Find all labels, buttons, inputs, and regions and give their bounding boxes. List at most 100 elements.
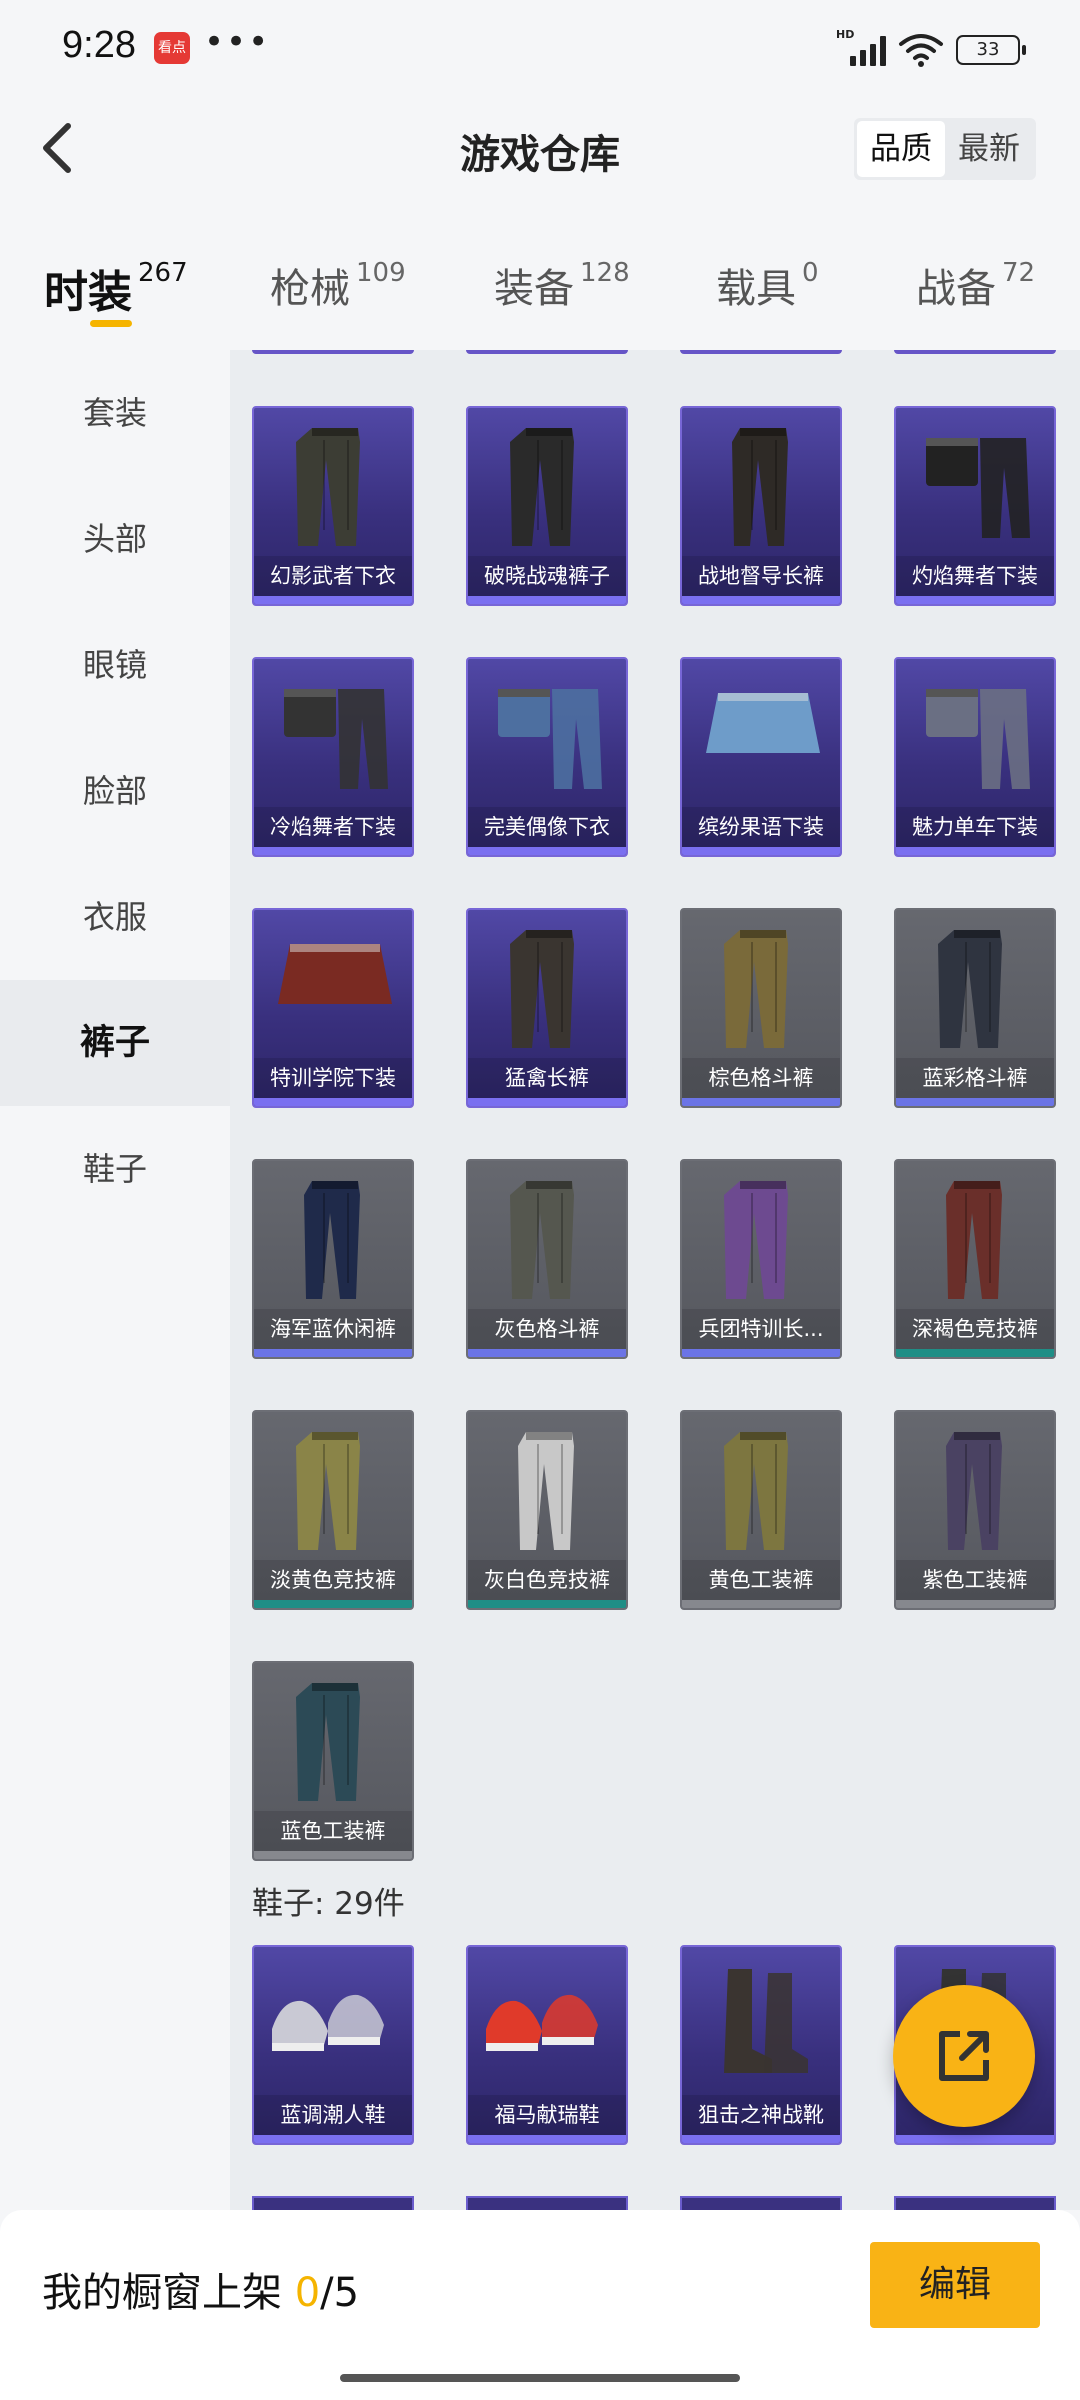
item-card[interactable]: 深褐色竞技裤 [894,1159,1056,1359]
item-card[interactable]: 淡黄色竞技裤 [252,1410,414,1610]
sort-by-newest-button[interactable]: 最新 [945,121,1033,177]
sidebar: 套装 头部 眼镜 脸部 衣服 裤子 鞋子 [0,350,230,2210]
battery-icon: 33 [956,35,1026,65]
sidebar-item-glasses[interactable]: 眼镜 [0,602,230,728]
item-card[interactable]: 缤纷果语下装 [680,657,842,857]
tab-count: 267 [138,258,188,288]
item-card[interactable]: 狙击之神战靴 [680,1945,842,2145]
sidebar-item-suits[interactable]: 套装 [0,350,230,476]
status-icons: HD 33 [836,28,1026,70]
item-card[interactable]: 魅力单车下装 [894,657,1056,857]
next-row-edge [680,2196,842,2210]
item-name: 幻影武者下衣 [254,556,412,596]
pants-image [518,1432,574,1550]
item-name: 战地督导长裤 [682,556,840,596]
item-name: 淡黄色竞技裤 [254,1560,412,1600]
next-row-edge [894,2196,1056,2210]
tab-vehicles[interactable]: 载具 0 [716,256,819,314]
item-card[interactable]: 灼焰舞者下装 [894,406,1056,606]
item-list[interactable]: 幻影武者下衣 破晓战魂裤子 战地督导长裤 灼焰舞者下装 冷焰舞者下装 完美偶像下… [230,350,1080,2210]
pants-image [926,689,1030,789]
rarity-bar [254,1851,412,1859]
pants-image [304,1181,360,1299]
item-card[interactable]: 灰白色竞技裤 [466,1410,628,1610]
item-name: 兵团特训长... [682,1309,840,1349]
tab-fashion[interactable]: 时装 267 [44,256,188,320]
previous-row-edge [466,350,628,354]
share-button[interactable] [893,1985,1035,2127]
rarity-bar [254,1600,412,1608]
pants-image [724,1432,788,1550]
rarity-bar [896,1098,1054,1106]
sidebar-item-clothes[interactable]: 衣服 [0,854,230,980]
item-name: 棕色格斗裤 [682,1058,840,1098]
tab-guns[interactable]: 枪械 109 [270,256,406,314]
rarity-bar [682,1098,840,1106]
item-card[interactable]: 特训学院下装 [252,908,414,1108]
item-name: 特训学院下装 [254,1058,412,1098]
pants-image [284,689,388,789]
rarity-bar [896,1349,1054,1357]
category-tabs: 时装 267 枪械 109 装备 128 载具 0 战备 72 [0,240,1080,340]
rarity-bar [254,1098,412,1106]
item-card[interactable]: 棕色格斗裤 [680,908,842,1108]
pants-image [946,1432,1002,1550]
rarity-bar [468,1600,626,1608]
sidebar-item-face[interactable]: 脸部 [0,728,230,854]
rarity-bar [682,2135,840,2143]
next-row-edge [252,2196,414,2210]
sidebar-item-head[interactable]: 头部 [0,476,230,602]
item-card[interactable]: 灰色格斗裤 [466,1159,628,1359]
item-card[interactable]: 兵团特训长... [680,1159,842,1359]
sidebar-item-pants[interactable]: 裤子 [0,980,230,1106]
more-notifications-icon: ••• [204,22,271,62]
rarity-bar [468,847,626,855]
item-card[interactable]: 蓝彩格斗裤 [894,908,1056,1108]
share-icon [939,2031,989,2081]
pants-image [926,438,1030,538]
signal-icon: HD [836,28,886,66]
item-card[interactable]: 冷焰舞者下装 [252,657,414,857]
header: 游戏仓库 品质 最新 [0,96,1080,206]
home-indicator[interactable] [340,2374,740,2382]
next-row-edge [466,2196,628,2210]
sort-toggle: 品质 最新 [854,118,1036,180]
shelf-current-count: 0 [294,2270,321,2316]
pants-image [510,1181,574,1299]
item-card[interactable]: 破晓战魂裤子 [466,406,628,606]
item-card[interactable]: 紫色工装裤 [894,1410,1056,1610]
tab-equipment[interactable]: 装备 128 [494,256,630,314]
item-card[interactable]: 完美偶像下衣 [466,657,628,857]
item-name: 完美偶像下衣 [468,807,626,847]
item-card[interactable]: 战地督导长裤 [680,406,842,606]
shelf-total: /5 [320,2270,360,2316]
sort-by-quality-button[interactable]: 品质 [857,121,945,177]
tab-battle-gear[interactable]: 战备 72 [916,256,1035,314]
item-card[interactable]: 福马献瑞鞋 [466,1945,628,2145]
item-card[interactable]: 海军蓝休闲裤 [252,1159,414,1359]
tab-count: 72 [1002,258,1036,288]
pants-image [946,1181,1002,1299]
hd-label: HD [836,28,855,41]
rarity-bar [896,1600,1054,1608]
rarity-bar [468,2135,626,2143]
status-bar: 9:28 看点 ••• HD 33 [0,0,1080,96]
item-card[interactable]: 蓝调潮人鞋 [252,1945,414,2145]
shoes-image [272,1994,384,2051]
previous-row-edge [680,350,842,354]
item-name: 灰白色竞技裤 [468,1560,626,1600]
item-name: 蓝色工装裤 [254,1811,412,1851]
item-card[interactable]: 蓝色工装裤 [252,1661,414,1861]
pants-image [732,428,788,546]
tab-label: 装备 [494,266,574,312]
item-card[interactable]: 猛禽长裤 [466,908,628,1108]
item-name: 黄色工装裤 [682,1560,840,1600]
previous-row-edge [252,350,414,354]
item-name: 蓝彩格斗裤 [896,1058,1054,1098]
sidebar-item-shoes[interactable]: 鞋子 [0,1106,230,1232]
item-name: 破晓战魂裤子 [468,556,626,596]
tab-label: 枪械 [270,266,350,312]
item-card[interactable]: 幻影武者下衣 [252,406,414,606]
edit-button[interactable]: 编辑 [870,2242,1040,2328]
item-card[interactable]: 黄色工装裤 [680,1410,842,1610]
